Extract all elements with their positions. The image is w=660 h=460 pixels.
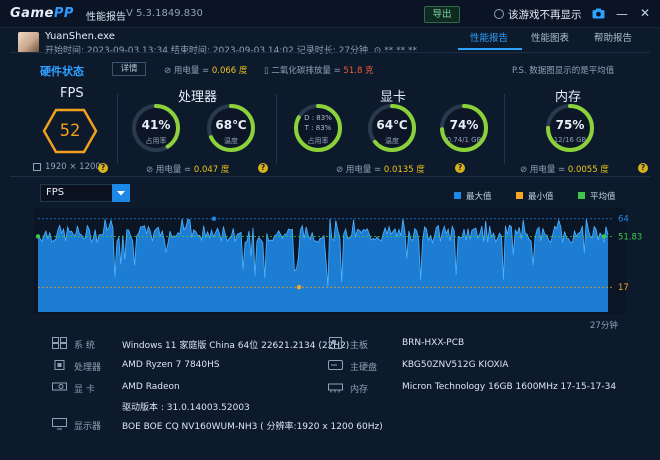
legend-swatch-avg: [578, 192, 585, 199]
camera-icon[interactable]: [592, 8, 605, 19]
memory-label: 12/16 GB: [553, 136, 587, 144]
legend-min: 最小值: [528, 192, 554, 202]
game-avatar: [18, 32, 39, 53]
system-icon: [52, 337, 67, 349]
divider: [117, 94, 118, 164]
tab-performance-chart[interactable]: 性能图表: [531, 30, 569, 44]
max-line-label: 64: [618, 215, 629, 225]
display-label: 显示器: [74, 422, 102, 432]
tab-performance-report[interactable]: 性能报告: [470, 30, 508, 44]
gamepp-logo: GamePP: [10, 6, 74, 21]
avg-marker: [35, 234, 41, 239]
cpu-temp-label: 温度: [224, 137, 238, 145]
gpu-t-value: T : 83%: [304, 124, 332, 132]
fps-area: [38, 218, 608, 312]
divider: [10, 52, 650, 53]
close-icon[interactable]: ✕: [640, 6, 650, 20]
help-icon[interactable]: ?: [455, 163, 465, 173]
gpu-value: AMD Radeon: [122, 382, 180, 392]
power-icon: ⊘: [520, 165, 528, 175]
gpu-usage-label: 占用率: [307, 137, 329, 145]
minimize-icon[interactable]: —: [616, 7, 628, 21]
power-icon: ⊘: [164, 66, 172, 76]
disk-icon: [328, 360, 343, 370]
legend-avg: 平均值: [590, 192, 616, 202]
driver-version: 驱动版本 : 31.0.14003.52003: [122, 403, 250, 413]
avg-line-label: 51.83: [618, 232, 642, 242]
monitor-icon: [33, 163, 41, 171]
gpu-temp-value: 64℃: [376, 118, 408, 132]
help-icon[interactable]: ?: [98, 163, 108, 173]
location-pin-icon: ⊙: [373, 46, 382, 56]
memory-info-value: Micron Technology 16GB 1600MHz 17-15-17-…: [402, 382, 617, 392]
memory-value: 75%: [555, 118, 585, 132]
export-button[interactable]: 导出: [424, 6, 460, 23]
process-name: YuanShen.exe: [45, 31, 115, 42]
divider: [504, 94, 505, 164]
help-icon[interactable]: ?: [638, 163, 648, 173]
motherboard-value: BRN-HXX-PCB: [402, 338, 465, 348]
gpu-temp-label: 温度: [385, 137, 399, 145]
display-value: BOE BOE CQ NV160WUM-NH3 ( 分辨率:1920 x 120…: [122, 422, 383, 432]
cpu-value: AMD Ryzen 7 7840HS: [122, 360, 220, 370]
gpu-label: 显 卡: [74, 385, 95, 395]
app-title: 性能报告: [86, 12, 126, 23]
location-value: **.**.**: [384, 46, 417, 56]
legend-swatch-max: [454, 192, 461, 199]
cpu-power: ⊘ 用电量 = 0.047 度: [146, 165, 230, 175]
fps-value: 52: [59, 121, 81, 141]
min-marker: [296, 285, 302, 290]
gpu-vram-value: 74%: [449, 118, 479, 132]
power-icon: ⊘: [146, 165, 154, 175]
co2-emission: ▯ 二氧化碳排放量 = 51.8 克: [264, 66, 374, 76]
memory-info-label: 内存: [350, 385, 369, 395]
motherboard-icon: [329, 337, 342, 349]
metric-select-value[interactable]: FPS: [46, 187, 64, 198]
monitor-icon: [52, 418, 67, 430]
power-icon: ⊘: [336, 165, 344, 175]
system-label: 系 统: [74, 341, 95, 351]
hide-game-checkbox[interactable]: [494, 9, 504, 19]
gpu-power: ⊘ 用电量 = 0.0135 度: [336, 165, 425, 175]
co2-icon: ▯: [264, 66, 269, 76]
motherboard-label: 主板: [350, 341, 369, 351]
max-marker: [211, 216, 217, 221]
app-version: V 5.3.1849.830: [126, 8, 203, 19]
disk-value: KBG50ZNV512G KIOXIA: [402, 360, 509, 370]
average-note: P.S. 数据图显示的是平均值: [512, 66, 615, 76]
fps-resolution: 1920 × 1200: [45, 162, 101, 172]
system-value: Windows 11 家庭版 China 64位 22621.2134 (22H…: [122, 341, 350, 351]
help-icon[interactable]: ?: [258, 163, 268, 173]
legend-max: 最大值: [466, 192, 492, 202]
chart-duration: 27分钟: [590, 321, 618, 331]
active-tab-indicator: [458, 48, 522, 50]
cpu-usage-label: 占用率: [145, 137, 167, 145]
memory-icon: [328, 383, 343, 393]
gpu-d-value: D : 83%: [304, 114, 332, 122]
fps-chart: 64 51.83 17: [35, 215, 642, 312]
tab-help-report[interactable]: 帮助报告: [594, 30, 632, 44]
cpu-temp-value: 68℃: [215, 118, 247, 132]
total-power: ⊘ 用电量 = 0.066 度: [164, 66, 248, 76]
cpu-label: 处理器: [74, 363, 102, 373]
avg-marker: [601, 234, 607, 239]
gpu-vram-label: 0.74/1 GB: [446, 136, 482, 144]
cpu-usage-value: 41%: [141, 118, 171, 132]
hardware-status-title: 硬件状态: [40, 65, 84, 78]
memory-power: ⊘ 用电量 = 0.0055 度: [520, 165, 609, 175]
divider: [276, 94, 277, 164]
min-line-label: 17: [618, 283, 629, 293]
hide-game-label[interactable]: 该游戏不再显示: [508, 7, 582, 22]
legend-swatch-min: [516, 192, 523, 199]
fps-title: FPS: [60, 86, 84, 101]
cpu-icon: [54, 360, 65, 370]
session-times: 开始时间: 2023-09-03 13:34 结束时间: 2023-09-03 …: [45, 46, 417, 56]
divider: [10, 176, 650, 177]
chevron-down-icon[interactable]: [112, 184, 130, 202]
gpu-icon: [52, 382, 67, 391]
detail-button[interactable]: 详情: [112, 62, 146, 76]
disk-label: 主硬盘: [350, 363, 378, 373]
